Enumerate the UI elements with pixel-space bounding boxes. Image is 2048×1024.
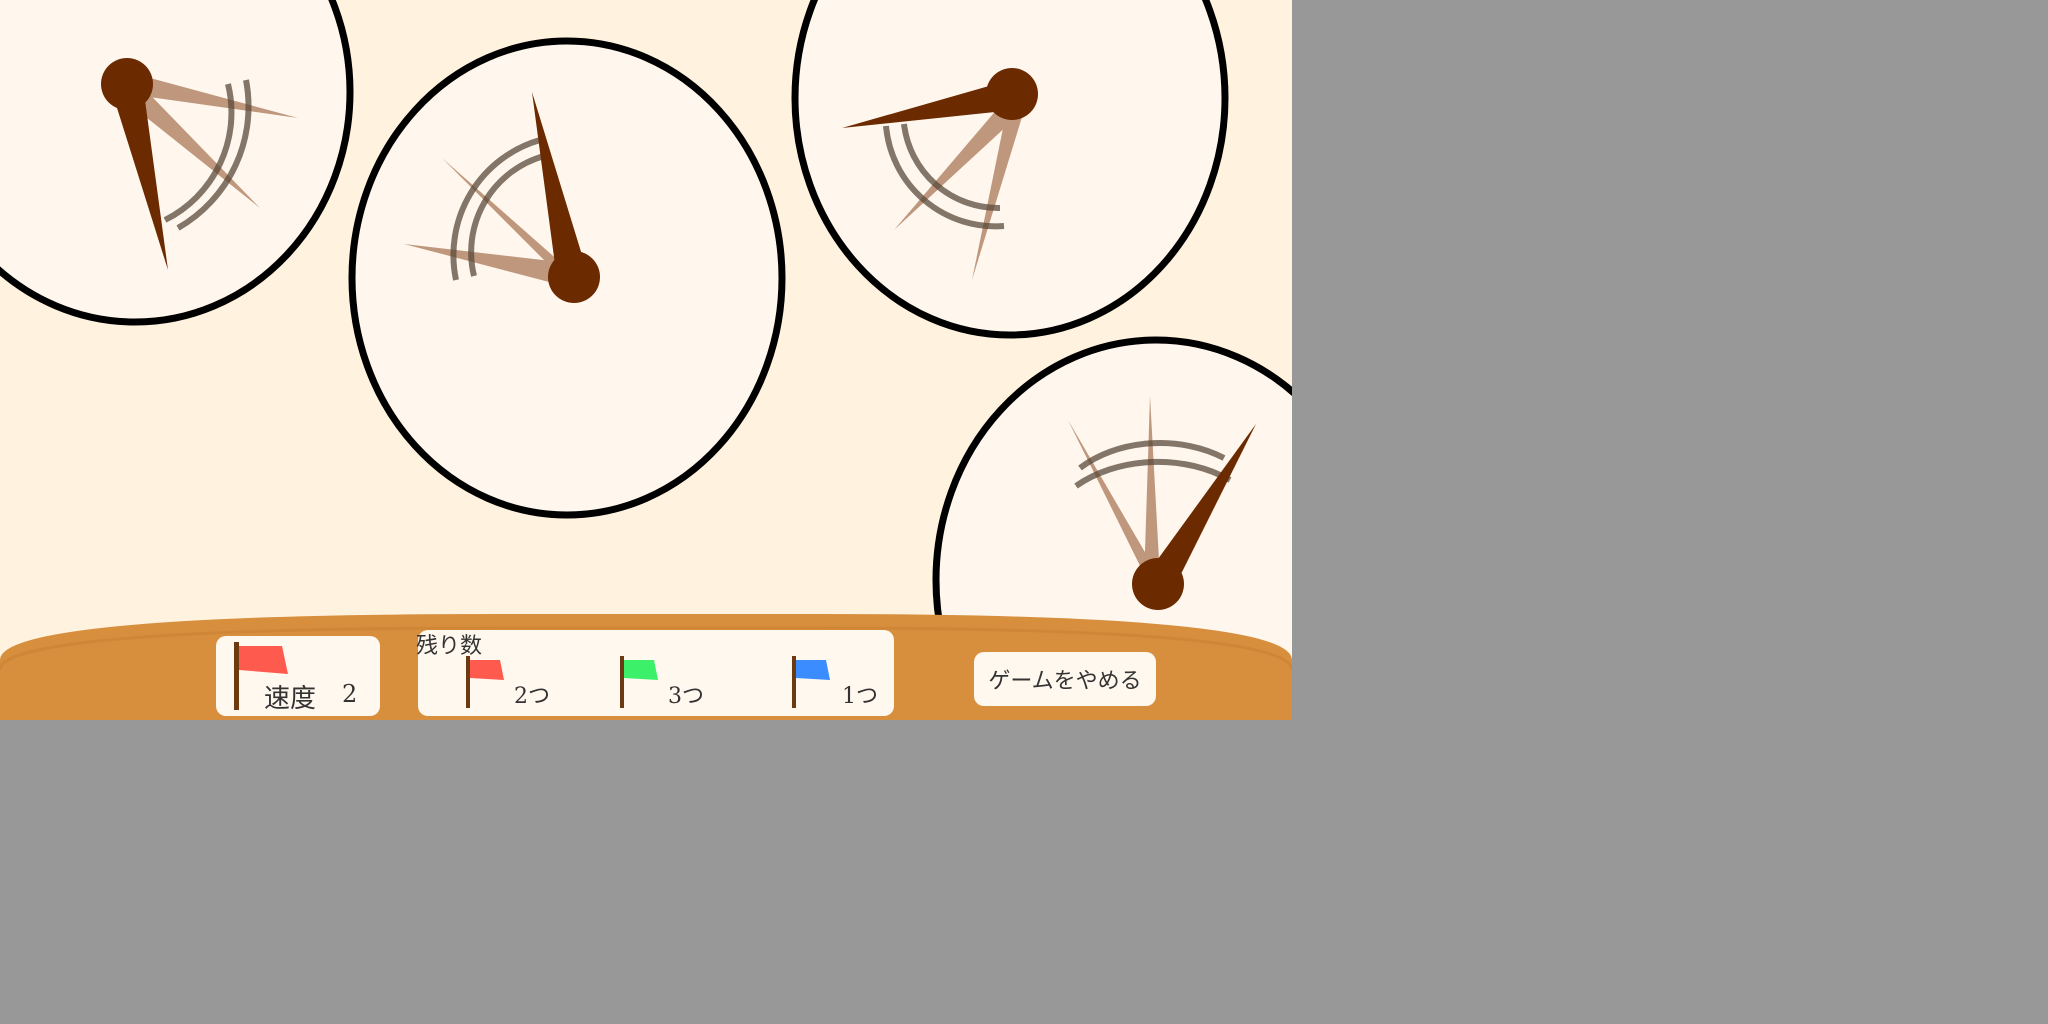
red-flag-count: 2つ — [514, 684, 550, 709]
blue-flag-count: 1つ — [842, 684, 878, 709]
hand-pivot — [986, 68, 1038, 120]
green-flag-icon — [620, 656, 658, 708]
red-flag-icon — [466, 656, 504, 708]
remaining-panel: 残り数 2つ 3つ 1つ — [416, 630, 894, 716]
quit-game-button[interactable]: ゲームをやめる — [974, 652, 1156, 706]
dial-clock[interactable] — [348, 37, 786, 519]
hand-pivot — [1132, 558, 1184, 610]
game-area: 速度 2 残り数 2つ 3つ 1つ ゲームをやめる — [0, 0, 1292, 720]
speed-label: 速度 — [264, 684, 317, 714]
blue-flag-icon — [792, 656, 830, 708]
hand-pivot — [101, 58, 153, 110]
dials-layer — [0, 0, 1292, 720]
speed-panel: 速度 2 — [216, 636, 380, 716]
hand-pivot — [548, 251, 600, 303]
green-flag-count: 3つ — [668, 684, 704, 709]
speed-value: 2 — [342, 680, 358, 708]
quit-button-label: ゲームをやめる — [988, 669, 1142, 694]
dial-clock[interactable] — [0, 0, 354, 326]
dial-clock[interactable] — [791, 0, 1229, 339]
